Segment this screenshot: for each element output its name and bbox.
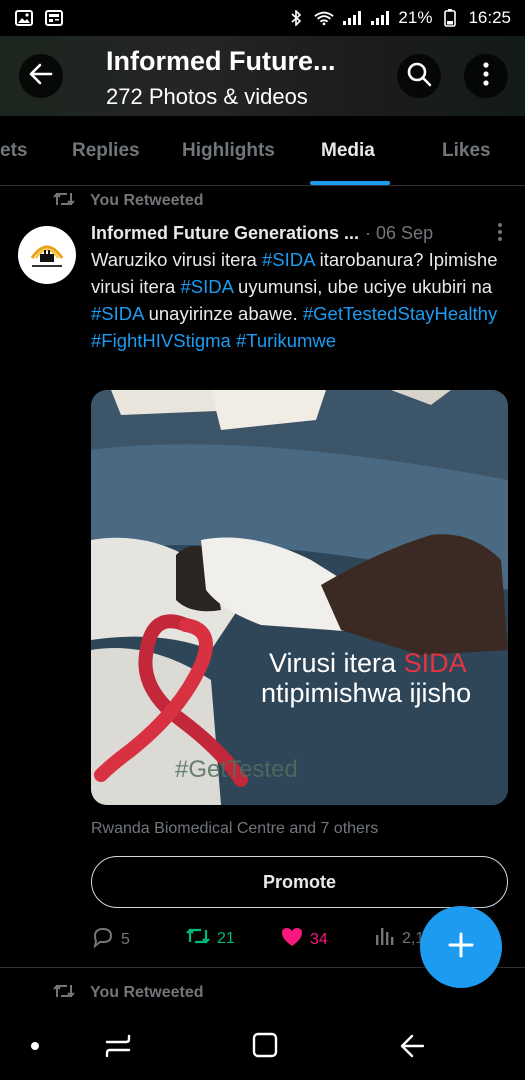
tweet-text-segment: unayirinze abawe.: [143, 303, 303, 324]
retweet-context: You Retweeted: [52, 189, 204, 213]
tweet-text: Waruziko virusi itera #SIDA itarobanura?…: [91, 246, 501, 354]
retweet-icon: [52, 982, 76, 1005]
tab-highlights[interactable]: Highlights: [182, 116, 275, 186]
views-chart-icon: [374, 926, 396, 951]
reply-count: 5: [121, 930, 130, 948]
clock: 16:25: [468, 8, 511, 27]
like-count: 34: [310, 930, 328, 948]
tweet-more-icon[interactable]: [497, 222, 503, 247]
hiv-test-illustration: [91, 390, 508, 805]
tab-media[interactable]: Media: [321, 116, 375, 186]
media-caption-line1: Virusi itera SIDA: [269, 648, 467, 678]
signal-icon: [342, 10, 362, 26]
tweet-header: Informed Future Generations ... · 06 Sep: [91, 220, 511, 246]
more-vertical-icon: [482, 61, 490, 92]
tweet-text-segment: Waruziko virusi itera: [91, 249, 262, 270]
like-button[interactable]: 34: [280, 926, 328, 953]
retweet-label: You Retweeted: [90, 192, 204, 209]
plus-icon: [447, 931, 475, 964]
search-button[interactable]: [397, 54, 441, 98]
search-icon: [406, 61, 432, 92]
heart-icon: [280, 926, 304, 953]
retweet-label: You Retweeted: [90, 984, 204, 1001]
media-watermark: #GetTested: [175, 756, 298, 783]
battery-percent: 21%: [398, 8, 433, 27]
recent-apps-icon[interactable]: [104, 1032, 132, 1060]
organization-logo-icon: [30, 245, 64, 267]
back-button[interactable]: [19, 54, 63, 98]
reply-button[interactable]: 5: [91, 926, 130, 953]
battery-icon: [440, 9, 460, 27]
hashtag-link[interactable]: #SIDA: [180, 276, 232, 297]
hashtag-link[interactable]: #GetTestedStayHealthy: [303, 303, 497, 324]
hashtag-link[interactable]: #SIDA: [91, 303, 143, 324]
status-bar: 21% 16:25: [0, 0, 525, 36]
home-icon[interactable]: [252, 1032, 278, 1058]
news-icon: [44, 10, 64, 26]
retweet-icon: [185, 926, 211, 951]
retweet-button[interactable]: 21: [185, 926, 235, 951]
tab-replies[interactable]: Replies: [72, 116, 140, 186]
retweet-count: 21: [217, 929, 235, 947]
bluetooth-icon: [286, 10, 306, 26]
tab-likes[interactable]: Likes: [442, 116, 491, 186]
tweet-date[interactable]: · 06 Sep: [365, 223, 433, 244]
image-icon: [14, 10, 34, 26]
tweet-text-segment: uyumunsi, ube uciye ukubiri na: [232, 276, 493, 297]
author-name[interactable]: Informed Future Generations ...: [91, 223, 359, 244]
views-button[interactable]: 2,1: [374, 926, 424, 951]
active-tab-indicator: [310, 181, 390, 185]
next-retweet-context: You Retweeted: [52, 981, 204, 1005]
profile-tabs: ets Replies Highlights Media Likes: [0, 116, 525, 186]
system-navigation-bar: [0, 1010, 525, 1080]
reply-icon: [91, 926, 115, 953]
nav-dot-icon[interactable]: [30, 1041, 40, 1051]
media-caption-line2: ntipimishwa ijisho: [261, 678, 472, 708]
wifi-icon: [314, 10, 335, 26]
signal-icon: [370, 10, 390, 26]
more-options-button[interactable]: [464, 54, 508, 98]
hashtag-link[interactable]: #SIDA: [262, 249, 314, 270]
tweet-media-image[interactable]: Virusi itera SIDA ntipimishwa ijisho #Ge…: [91, 390, 508, 805]
retweet-icon: [52, 190, 76, 213]
avatar[interactable]: [18, 226, 76, 284]
compose-button[interactable]: [420, 906, 502, 988]
tab-posts[interactable]: ets: [0, 116, 27, 186]
hashtag-link[interactable]: #FightHIVStigma: [91, 330, 231, 351]
promote-button[interactable]: Promote: [91, 856, 508, 908]
back-arrow-icon: [28, 61, 54, 92]
hashtag-link[interactable]: #Turikumwe: [236, 330, 336, 351]
tagged-users[interactable]: Rwanda Biomedical Centre and 7 others: [91, 820, 378, 838]
profile-title: Informed Future...: [106, 46, 336, 76]
system-back-icon[interactable]: [398, 1032, 426, 1060]
media-count: 272 Photos & videos: [106, 84, 308, 109]
profile-header: Informed Future... 272 Photos & videos: [0, 36, 525, 116]
